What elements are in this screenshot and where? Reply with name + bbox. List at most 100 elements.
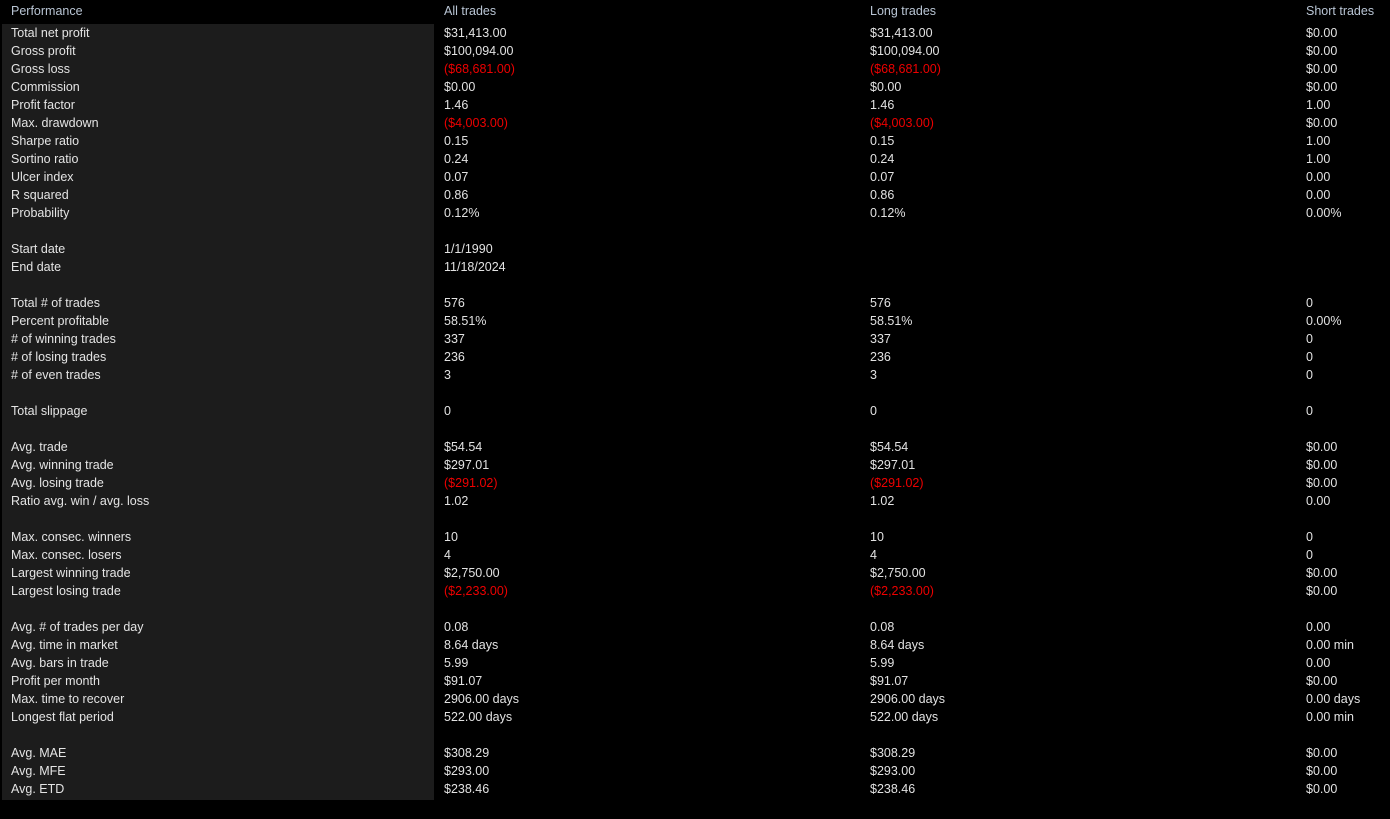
value-long-trades: 4 [870, 548, 877, 562]
metric-label: Gross loss [11, 62, 71, 76]
table-row[interactable]: Ratio avg. win / avg. loss 1.02 1.02 0.00 [0, 492, 1390, 510]
metric-label: # of losing trades [11, 350, 107, 364]
value-long-trades: 8.64 days [870, 638, 925, 652]
value-short-trades: $0.00 [1306, 26, 1338, 40]
table-row[interactable]: Avg. time in market 8.64 days 8.64 days 0.0… [0, 636, 1390, 654]
table-row[interactable]: Sharpe ratio 0.15 0.15 1.00 [0, 132, 1390, 150]
table-row[interactable]: Avg. bars in trade 5.99 5.99 0.00 [0, 654, 1390, 672]
value-all-trades: 10 [444, 530, 458, 544]
value-all-trades: 1.02 [444, 494, 469, 508]
value-long-trades: 576 [870, 296, 891, 310]
table-row[interactable]: Largest winning trade $2,750.00 $2,750.00 $… [0, 564, 1390, 582]
table-row[interactable]: Largest losing trade ($2,233.00) ($2,233.0… [0, 582, 1390, 600]
value-short-trades: $0.00 [1306, 80, 1338, 94]
value-all-trades: 0.24 [444, 152, 469, 166]
value-long-trades: 58.51% [870, 314, 913, 328]
table-row[interactable]: Percent profitable 58.51% 58.51% 0.00% [0, 312, 1390, 330]
value-all-trades: $293.00 [444, 764, 490, 778]
table-row[interactable]: Avg. ETD $238.46 $238.46 $0.00 [0, 780, 1390, 798]
table-row[interactable]: Longest flat period 522.00 days 522.00 day… [0, 708, 1390, 726]
value-long-trades: ($2,233.00) [870, 584, 934, 598]
metric-label: Ratio avg. win / avg. loss [11, 494, 150, 508]
value-all-trades: ($4,003.00) [444, 116, 508, 130]
value-short-trades: 1.00 [1306, 152, 1331, 166]
table-row[interactable]: Sortino ratio 0.24 0.24 1.00 [0, 150, 1390, 168]
value-all-trades: 236 [444, 350, 465, 364]
value-all-trades: 4 [444, 548, 451, 562]
value-short-trades: $0.00 [1306, 440, 1338, 454]
table-row[interactable]: # of winning trades 337 337 0 [0, 330, 1390, 348]
table-row[interactable]: Total # of trades 576 576 0 [0, 294, 1390, 312]
value-all-trades: 11/18/2024 [444, 260, 506, 274]
value-all-trades: $2,750.00 [444, 566, 500, 580]
metric-label: Avg. MAE [11, 746, 67, 760]
table-row[interactable]: Avg. MAE $308.29 $308.29 $0.00 [0, 744, 1390, 762]
value-long-trades: ($68,681.00) [870, 62, 941, 76]
metric-label: Start date [11, 242, 66, 256]
value-all-trades: $100,094.00 [444, 44, 514, 58]
table-row[interactable]: Total slippage 0 0 0 [0, 402, 1390, 420]
column-header-short-trades[interactable]: Short trades [1306, 3, 1374, 19]
table-row[interactable]: R squared 0.86 0.86 0.00 [0, 186, 1390, 204]
metric-label: End date [11, 260, 62, 274]
table-row[interactable]: Max. drawdown ($4,003.00) ($4,003.00) $0.00 [0, 114, 1390, 132]
row-spacer [0, 276, 1390, 294]
table-row[interactable]: End date 11/18/2024 [0, 258, 1390, 276]
value-all-trades: 0 [444, 404, 451, 418]
table-row[interactable]: # of losing trades 236 236 0 [0, 348, 1390, 366]
table-row[interactable]: Avg. MFE $293.00 $293.00 $0.00 [0, 762, 1390, 780]
value-long-trades: 0 [870, 404, 877, 418]
table-row[interactable]: Max. time to recover 2906.00 days 2906.00 … [0, 690, 1390, 708]
value-all-trades: 3 [444, 368, 451, 382]
value-short-trades: 0.00 [1306, 188, 1331, 202]
table-row[interactable]: Gross loss ($68,681.00) ($68,681.00) $0.00 [0, 60, 1390, 78]
table-row[interactable]: Gross profit $100,094.00 $100,094.00 $0.00 [0, 42, 1390, 60]
metric-label: Avg. MFE [11, 764, 66, 778]
value-all-trades: 0.86 [444, 188, 469, 202]
value-short-trades: $0.00 [1306, 584, 1338, 598]
table-row[interactable]: Avg. # of trades per day 0.08 0.08 0.00 [0, 618, 1390, 636]
table-row[interactable]: Commission $0.00 $0.00 $0.00 [0, 78, 1390, 96]
value-short-trades: 0 [1306, 548, 1313, 562]
table-row[interactable]: Avg. losing trade ($291.02) ($291.02) $0.00 [0, 474, 1390, 492]
value-short-trades: $0.00 [1306, 746, 1338, 760]
value-short-trades: 0.00 [1306, 620, 1331, 634]
column-header-long-trades[interactable]: Long trades [870, 3, 936, 19]
value-long-trades: $297.01 [870, 458, 916, 472]
column-header-performance[interactable]: Performance [11, 3, 83, 19]
metric-label: Avg. losing trade [11, 476, 104, 490]
value-all-trades: ($2,233.00) [444, 584, 508, 598]
table-row[interactable]: Start date 1/1/1990 [0, 240, 1390, 258]
metric-label: # of even trades [11, 368, 101, 382]
value-long-trades: 337 [870, 332, 891, 346]
metric-label: Total slippage [11, 404, 88, 418]
column-header-all-trades[interactable]: All trades [444, 3, 496, 19]
value-short-trades: $0.00 [1306, 476, 1338, 490]
metric-label: Profit per month [11, 674, 100, 688]
value-short-trades: 0 [1306, 368, 1313, 382]
value-long-trades: 5.99 [870, 656, 895, 670]
table-row[interactable]: Profit per month $91.07 $91.07 $0.00 [0, 672, 1390, 690]
value-long-trades: 0.12% [870, 206, 906, 220]
value-all-trades: 337 [444, 332, 465, 346]
value-short-trades: 0.00 [1306, 170, 1331, 184]
value-short-trades: 0.00 days [1306, 692, 1361, 706]
metric-label: Avg. bars in trade [11, 656, 109, 670]
metric-label: Gross profit [11, 44, 76, 58]
value-long-trades: $293.00 [870, 764, 916, 778]
table-row[interactable]: Total net profit $31,413.00 $31,413.00 $0.0… [0, 24, 1390, 42]
table-row[interactable]: Probability 0.12% 0.12% 0.00% [0, 204, 1390, 222]
value-all-trades: 8.64 days [444, 638, 499, 652]
table-row[interactable]: Avg. winning trade $297.01 $297.01 $0.00 [0, 456, 1390, 474]
table-row[interactable]: Avg. trade $54.54 $54.54 $0.00 [0, 438, 1390, 456]
table-row[interactable]: Profit factor 1.46 1.46 1.00 [0, 96, 1390, 114]
table-row[interactable]: Max. consec. losers 4 4 0 [0, 546, 1390, 564]
table-row[interactable]: Ulcer index 0.07 0.07 0.00 [0, 168, 1390, 186]
value-short-trades: 0 [1306, 404, 1313, 418]
value-long-trades: $238.46 [870, 782, 916, 796]
value-short-trades: 0.00 [1306, 656, 1331, 670]
metric-label: Avg. time in market [11, 638, 118, 652]
table-row[interactable]: # of even trades 3 3 0 [0, 366, 1390, 384]
table-row[interactable]: Max. consec. winners 10 10 0 [0, 528, 1390, 546]
metric-label: Profit factor [11, 98, 75, 112]
